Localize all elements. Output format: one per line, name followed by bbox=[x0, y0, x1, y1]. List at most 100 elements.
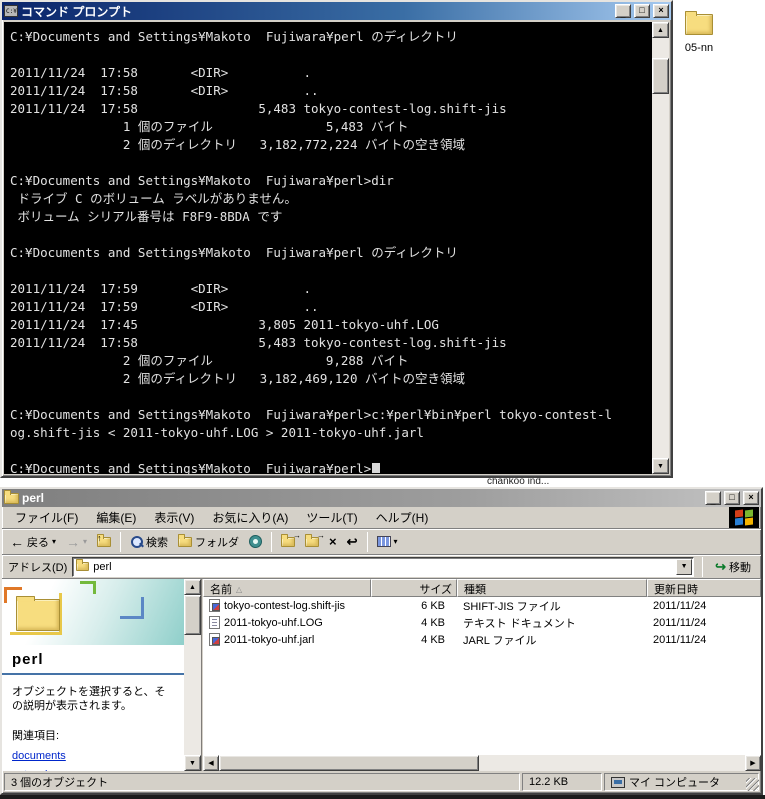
explorer-titlebar[interactable]: perl _ □ × bbox=[2, 489, 761, 507]
menu-tools[interactable]: ツール(T) bbox=[297, 506, 366, 529]
scrollbar-thumb[interactable] bbox=[219, 755, 479, 771]
up-button[interactable]: ↑ bbox=[93, 535, 115, 549]
terminal-line: ボリューム シリアル番号は F8F9-8BDA です bbox=[10, 208, 649, 226]
address-dropdown-button[interactable]: ▼ bbox=[676, 559, 692, 575]
close-icon: × bbox=[748, 493, 753, 502]
resize-grip[interactable] bbox=[746, 778, 759, 791]
status-total-size: 12.2 KB bbox=[522, 773, 602, 791]
terminal-line bbox=[10, 226, 649, 244]
banner-folder-icon bbox=[16, 599, 60, 631]
go-icon: ↪ bbox=[715, 559, 726, 575]
scroll-right-icon: ▶ bbox=[750, 759, 755, 767]
explorer-maximize-button[interactable]: □ bbox=[724, 491, 740, 505]
addressbar-separator bbox=[702, 557, 703, 577]
folder-icon bbox=[685, 14, 713, 35]
file-date: 2011/11/24 bbox=[647, 600, 761, 612]
back-button[interactable]: ← 戻る ▾ bbox=[6, 532, 60, 552]
copy-to-button[interactable]: → bbox=[301, 535, 323, 549]
terminal-line: 2011/11/24 17:45 3,805 2011-tokyo-uhf.LO… bbox=[10, 316, 649, 334]
terminal-scrollbar[interactable]: ▲ ▼ bbox=[652, 22, 669, 474]
views-dropdown-icon[interactable]: ▾ bbox=[394, 537, 398, 546]
terminal-line bbox=[10, 442, 649, 460]
terminal-output[interactable]: C:¥Documents and Settings¥Makoto Fujiwar… bbox=[4, 22, 669, 474]
file-row[interactable]: tokyo-contest-log.shift-jis 6 KB SHIFT-J… bbox=[203, 597, 761, 614]
terminal-line: 2011/11/24 17:58 <DIR> .. bbox=[10, 82, 649, 100]
terminal-line: 2011/11/24 17:58 5,483 tokyo-contest-log… bbox=[10, 334, 649, 352]
menu-file[interactable]: ファイル(F) bbox=[6, 506, 87, 529]
sidebar-scrollbar[interactable]: ▲ ▼ bbox=[184, 579, 201, 771]
minimize-icon: _ bbox=[710, 497, 715, 506]
column-header-date[interactable]: 更新日時 bbox=[647, 579, 761, 597]
scroll-left-button[interactable]: ◀ bbox=[203, 755, 219, 771]
sidebar-webview: perl オブジェクトを選択すると、その説明が表示されます。 関連項目: doc… bbox=[2, 579, 203, 771]
terminal-line: 2011/11/24 17:59 <DIR> .. bbox=[10, 298, 649, 316]
sidebar-link-network[interactable]: network bbox=[2, 762, 184, 771]
terminal-maximize-button[interactable]: □ bbox=[634, 4, 650, 18]
scroll-down-icon: ▼ bbox=[189, 760, 196, 767]
scroll-up-button[interactable]: ▲ bbox=[652, 22, 669, 38]
search-button[interactable]: 検索 bbox=[126, 532, 172, 552]
terminal-line: og.shift-jis < 2011-tokyo-uhf.LOG > 2011… bbox=[10, 424, 649, 442]
undo-button[interactable]: ↩ bbox=[343, 533, 362, 550]
move-to-button[interactable]: → bbox=[277, 535, 299, 549]
address-combo[interactable]: perl ▼ bbox=[72, 557, 694, 577]
column-header-size[interactable]: サイズ bbox=[371, 579, 457, 597]
column-header-name[interactable]: 名前 △ bbox=[203, 579, 371, 597]
sidebar-link-documents[interactable]: documents bbox=[2, 743, 184, 762]
file-name: 2011-tokyo-uhf.jarl bbox=[224, 634, 314, 646]
toolbar: ← 戻る ▾ → ▾ ↑ 検索 フォルダ → → bbox=[2, 529, 761, 555]
scrollbar-thumb[interactable] bbox=[184, 595, 201, 635]
column-headers: 名前 △ サイズ 種類 更新日時 bbox=[203, 579, 761, 597]
scrollbar-thumb[interactable] bbox=[652, 58, 669, 94]
terminal-titlebar[interactable]: C:¥ コマンド プロンプト _ □ × bbox=[2, 2, 671, 20]
filelist-horizontal-scrollbar[interactable]: ◀ ▶ bbox=[203, 755, 761, 771]
status-bar: 3 個のオブジェクト 12.2 KB マイ コンピュータ bbox=[2, 771, 761, 793]
menu-help[interactable]: ヘルプ(H) bbox=[367, 506, 438, 529]
folders-button[interactable]: フォルダ bbox=[174, 532, 243, 552]
terminal-line: C:¥Documents and Settings¥Makoto Fujiwar… bbox=[10, 244, 649, 262]
desktop-folder-icon[interactable]: 05-nn bbox=[673, 14, 725, 54]
back-icon: ← bbox=[10, 535, 24, 549]
terminal-line: 2 個のディレクトリ 3,182,469,120 バイトの空き領域 bbox=[10, 370, 649, 388]
scroll-right-button[interactable]: ▶ bbox=[745, 755, 761, 771]
explorer-close-button[interactable]: × bbox=[743, 491, 759, 505]
terminal-minimize-button[interactable]: _ bbox=[615, 4, 631, 18]
history-button[interactable] bbox=[245, 533, 266, 550]
menu-view[interactable]: 表示(V) bbox=[145, 506, 203, 529]
menu-edit[interactable]: 編集(E) bbox=[87, 506, 145, 529]
folders-icon bbox=[178, 537, 192, 547]
column-header-type[interactable]: 種類 bbox=[457, 579, 647, 597]
scroll-up-button[interactable]: ▲ bbox=[184, 579, 201, 595]
views-button[interactable]: ▾ bbox=[373, 534, 402, 549]
close-icon: × bbox=[658, 6, 663, 15]
delete-button[interactable]: × bbox=[325, 533, 341, 550]
menu-favorites[interactable]: お気に入り(A) bbox=[203, 506, 297, 529]
scroll-down-button[interactable]: ▼ bbox=[184, 755, 201, 771]
back-dropdown-icon[interactable]: ▾ bbox=[52, 537, 56, 546]
back-label: 戻る bbox=[27, 534, 49, 550]
file-row[interactable]: 2011-tokyo-uhf.LOG 4 KB テキスト ドキュメント 2011… bbox=[203, 614, 761, 631]
sidebar-description: オブジェクトを選択すると、その説明が表示されます。 bbox=[2, 675, 184, 713]
folders-label: フォルダ bbox=[195, 534, 239, 550]
desktop-folder-label: 05-nn bbox=[673, 42, 725, 54]
file-type: SHIFT-JIS ファイル bbox=[457, 598, 647, 614]
forward-button[interactable]: → ▾ bbox=[62, 533, 91, 551]
file-size: 4 KB bbox=[371, 634, 457, 646]
screen-bottom-edge bbox=[0, 795, 765, 799]
scroll-up-icon: ▲ bbox=[189, 584, 196, 591]
file-row[interactable]: 2011-tokyo-uhf.jarl 4 KB JARL ファイル 2011/… bbox=[203, 631, 761, 648]
terminal-line: 2011/11/24 17:58 <DIR> . bbox=[10, 64, 649, 82]
go-button[interactable]: ↪ 移動 bbox=[711, 557, 755, 577]
explorer-title: perl bbox=[22, 491, 44, 505]
address-bar: アドレス(D) perl ▼ ↪ 移動 bbox=[2, 555, 761, 579]
forward-dropdown-icon[interactable]: ▾ bbox=[83, 537, 87, 546]
delete-icon: × bbox=[329, 535, 337, 548]
file-type: JARL ファイル bbox=[457, 632, 647, 648]
terminal-line: 2 個のディレクトリ 3,182,772,224 バイトの空き領域 bbox=[10, 136, 649, 154]
file-type: テキスト ドキュメント bbox=[457, 615, 647, 631]
views-icon bbox=[377, 536, 391, 547]
scroll-down-button[interactable]: ▼ bbox=[652, 458, 669, 474]
explorer-minimize-button[interactable]: _ bbox=[705, 491, 721, 505]
terminal-close-button[interactable]: × bbox=[653, 4, 669, 18]
terminal-prompt-line: C:¥Documents and Settings¥Makoto Fujiwar… bbox=[10, 460, 649, 474]
